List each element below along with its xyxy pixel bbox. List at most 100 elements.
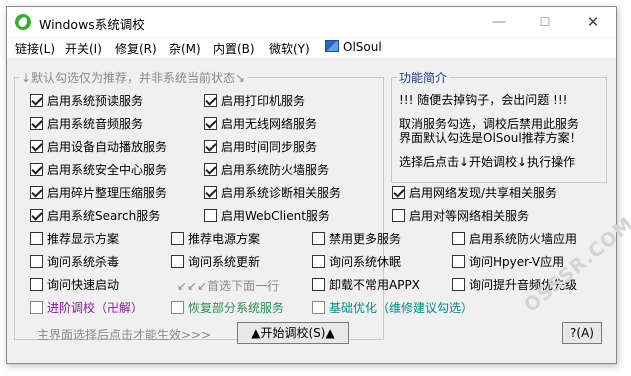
checkbox-printer-service[interactable]: 启用打印机服务 xyxy=(204,93,305,109)
menu-misc[interactable]: 杂(M) xyxy=(169,40,201,57)
checkbox-ask-antivirus[interactable]: 询问系统杀毒 xyxy=(30,254,119,270)
checkbox-box[interactable] xyxy=(30,117,43,130)
checkbox-restore-services[interactable]: 恢复部分系统服务 xyxy=(171,300,284,316)
menu-olsoul-label: OlSoul xyxy=(343,40,382,54)
checkbox-webclient-service[interactable]: 启用WebClient服务 xyxy=(204,208,330,224)
checkbox-label: 启用系统防火墙应用 xyxy=(469,232,578,246)
checkbox-box[interactable] xyxy=(171,301,184,314)
checkbox-label: 卸载不常用APPX xyxy=(329,278,420,292)
checkbox-uninstall-appx[interactable]: 卸载不常用APPX xyxy=(312,277,420,293)
checkbox-display-scheme[interactable]: 推荐显示方案 xyxy=(30,231,119,247)
checkbox-box[interactable] xyxy=(392,209,405,222)
info-line-warning: !!! 随便去掉钩子，会出问题 !!! xyxy=(399,93,568,107)
checkbox-label: 进阶调校（卍解） xyxy=(47,301,144,315)
info-line-default: 界面默认勾选是OlSoul推荐方案！ xyxy=(399,131,582,145)
checkbox-ask-fast-startup[interactable]: 询问快速启动 xyxy=(30,277,119,293)
checkbox-power-scheme[interactable]: 推荐电源方案 xyxy=(171,231,260,247)
first-row-hint: ↙↙↙首选下面一行 xyxy=(177,279,280,293)
checkbox-box[interactable] xyxy=(171,232,184,245)
checkbox-defrag-service[interactable]: 启用碎片整理压缩服务 xyxy=(30,185,167,201)
checkbox-time-sync-service[interactable]: 启用时间同步服务 xyxy=(204,139,317,155)
checkbox-label: 启用系统安全中心服务 xyxy=(47,163,168,177)
checkbox-box[interactable] xyxy=(312,278,325,291)
checkbox-p2p-service[interactable]: 启用对等网络相关服务 xyxy=(392,208,529,224)
checkbox-label: 启用系统防火墙服务 xyxy=(221,163,330,177)
checkbox-label: 启用设备自动播放服务 xyxy=(47,140,168,154)
menu-repair[interactable]: 修复(R) xyxy=(115,40,157,57)
checkbox-label: 启用系统音频服务 xyxy=(47,117,144,131)
checkbox-box[interactable] xyxy=(30,301,43,314)
checkbox-disable-more-services[interactable]: 禁用更多服务 xyxy=(312,231,401,247)
title-bar: Windows系统调校 — ☐ ✕ xyxy=(7,7,616,37)
checkbox-box[interactable] xyxy=(30,255,43,268)
start-tune-button[interactable]: ▲开始调校(S)▲ xyxy=(237,322,349,344)
checkbox-label: 启用网络发现/共享相关服务 xyxy=(409,186,558,200)
checkbox-security-center-service[interactable]: 启用系统安全中心服务 xyxy=(30,162,167,178)
maximize-button[interactable]: ☐ xyxy=(522,7,568,37)
checkbox-ask-update[interactable]: 询问系统更新 xyxy=(171,254,260,270)
menu-builtin[interactable]: 内置(B) xyxy=(213,40,255,57)
info-line-instruction: 选择后点击↓开始调校↓执行操作 xyxy=(399,155,576,169)
checkbox-label: 启用系统预读服务 xyxy=(47,94,144,108)
checkbox-label: 启用对等网络相关服务 xyxy=(409,209,530,223)
main-window: Windows系统调校 — ☐ ✕ 链接(L) 开关(I) 修复(R) 杂(M)… xyxy=(6,6,617,364)
checkbox-advanced-tune[interactable]: 进阶调校（卍解） xyxy=(30,300,143,316)
checkbox-box[interactable] xyxy=(30,278,43,291)
checkbox-box[interactable] xyxy=(312,255,325,268)
checkbox-box[interactable] xyxy=(204,94,217,107)
checkbox-box[interactable] xyxy=(204,163,217,176)
checkbox-box[interactable] xyxy=(452,232,465,245)
checkbox-box[interactable] xyxy=(204,117,217,130)
checkbox-box[interactable] xyxy=(204,186,217,199)
checkbox-diagnostics-service[interactable]: 启用系统诊断相关服务 xyxy=(204,185,341,201)
checkbox-ask-hibernate[interactable]: 询问系统休眠 xyxy=(312,254,401,270)
checkbox-label: 启用碎片整理压缩服务 xyxy=(47,186,168,200)
checkbox-label: 启用系统Search服务 xyxy=(47,209,161,223)
checkbox-box[interactable] xyxy=(30,209,43,222)
checkbox-basic-optimize[interactable]: 基础优化（维修建议勾选） xyxy=(312,300,473,316)
checkbox-audio-service[interactable]: 启用系统音频服务 xyxy=(30,116,143,132)
checkbox-ask-hyperv[interactable]: 询问Hpyer-V应用 xyxy=(452,254,564,270)
computer-icon xyxy=(325,40,339,52)
checkbox-box[interactable] xyxy=(312,232,325,245)
checkbox-box[interactable] xyxy=(452,278,465,291)
menu-switches[interactable]: 开关(I) xyxy=(65,40,102,57)
checkbox-box[interactable] xyxy=(30,94,43,107)
checkbox-box[interactable] xyxy=(30,140,43,153)
menu-links[interactable]: 链接(L) xyxy=(15,40,55,57)
checkbox-label: 禁用更多服务 xyxy=(329,232,402,246)
checkbox-label: 推荐电源方案 xyxy=(188,232,261,246)
menu-olsoul[interactable]: OlSoul xyxy=(325,40,382,54)
checkbox-prefetch-service[interactable]: 启用系统预读服务 xyxy=(30,93,143,109)
checkbox-box[interactable] xyxy=(312,301,325,314)
checkbox-label: 启用无线网络服务 xyxy=(221,117,318,131)
checkbox-label: 启用打印机服务 xyxy=(221,94,306,108)
checkbox-search-service[interactable]: 启用系统Search服务 xyxy=(30,208,160,224)
checkbox-box[interactable] xyxy=(171,255,184,268)
checkbox-box[interactable] xyxy=(452,255,465,268)
checkbox-wireless-service[interactable]: 启用无线网络服务 xyxy=(204,116,317,132)
app-icon xyxy=(15,14,31,30)
minimize-button[interactable]: — xyxy=(476,7,522,37)
checkbox-firewall-service[interactable]: 启用系统防火墙服务 xyxy=(204,162,329,178)
checkbox-box[interactable] xyxy=(30,186,43,199)
footer-hint: 主界面选择后点击才能生效>>> xyxy=(37,328,212,342)
checkbox-firewall-app[interactable]: 启用系统防火墙应用 xyxy=(452,231,577,247)
checkbox-box[interactable] xyxy=(30,163,43,176)
checkbox-box[interactable] xyxy=(204,140,217,153)
checkbox-label: 推荐显示方案 xyxy=(47,232,120,246)
checkbox-label: 恢复部分系统服务 xyxy=(188,301,285,315)
checkbox-box[interactable] xyxy=(392,186,405,199)
checkbox-label: 询问系统休眠 xyxy=(329,255,402,269)
checkbox-label: 询问快速启动 xyxy=(47,278,120,292)
checkbox-label: 启用WebClient服务 xyxy=(221,209,330,223)
checkbox-box[interactable] xyxy=(204,209,217,222)
checkbox-box[interactable] xyxy=(30,232,43,245)
close-button[interactable]: ✕ xyxy=(570,7,616,37)
checkbox-network-discovery-service[interactable]: 启用网络发现/共享相关服务 xyxy=(392,185,557,201)
menu-microsoft[interactable]: 微软(Y) xyxy=(269,40,310,57)
checkbox-label: 启用系统诊断相关服务 xyxy=(221,186,342,200)
info-group-title: 功能简介 xyxy=(397,69,450,86)
help-button[interactable]: ?(A) xyxy=(562,322,602,344)
checkbox-autoplay-service[interactable]: 启用设备自动播放服务 xyxy=(30,139,167,155)
